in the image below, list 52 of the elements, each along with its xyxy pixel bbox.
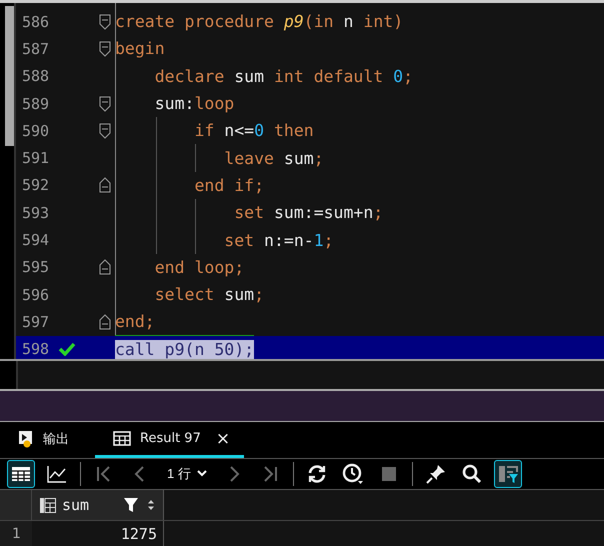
history-icon: [342, 462, 364, 485]
fold-icon[interactable]: [99, 14, 111, 30]
fold-icon[interactable]: [99, 314, 111, 330]
caret-icon: [196, 470, 207, 478]
code-line: set n:=n-1;: [223, 230, 334, 250]
code-line: declare sum int default 0;: [154, 66, 414, 86]
line-number: 598: [22, 340, 50, 358]
table-cell: 1275: [32, 521, 164, 546]
line-number: 595: [22, 258, 50, 276]
line-number: 589: [22, 94, 50, 113]
refresh-icon: [306, 462, 328, 485]
line-number: 593: [22, 204, 50, 222]
row-number: 1: [0, 521, 32, 546]
code-line: begin: [115, 39, 165, 58]
sort-icon[interactable]: [147, 499, 155, 512]
fold-icon[interactable]: [99, 122, 111, 139]
fold-icon[interactable]: [99, 259, 111, 276]
line-number: 586: [22, 12, 50, 31]
filter-icon[interactable]: [123, 497, 139, 514]
code-line: create procedure p9(in n int): [115, 12, 404, 32]
line-number: 596: [22, 286, 50, 304]
code-line: leave sum;: [223, 148, 324, 168]
line-number: 588: [22, 67, 50, 86]
code-line: end loop;: [154, 258, 244, 277]
column-icon: [40, 498, 56, 513]
line-number: 597: [22, 312, 50, 331]
line-number: 592: [22, 176, 50, 194]
line-number: 590: [22, 122, 50, 140]
line-number: 591: [22, 149, 50, 168]
grid-button[interactable]: [7, 460, 35, 488]
code-line: end if;: [193, 176, 264, 195]
output-icon: [18, 430, 34, 448]
fold-icon[interactable]: [99, 40, 111, 57]
code-line: set sum:=sum+n;: [233, 203, 384, 222]
fold-icon[interactable]: [99, 96, 111, 112]
code-line: sum:loop: [154, 94, 234, 114]
close-button[interactable]: ×: [216, 428, 230, 449]
line-number: 587: [22, 40, 50, 58]
rows-dropdown[interactable]: 1 行: [162, 460, 212, 488]
search-icon: [460, 462, 483, 485]
fold-icon[interactable]: [99, 177, 111, 194]
line-number: 594: [22, 231, 50, 250]
gutter-strip: [0, 361, 18, 390]
code-line: end;: [115, 312, 155, 332]
table-icon: [113, 431, 131, 446]
code-line: select sum;: [154, 285, 264, 304]
scrollbar-thumb[interactable]: [5, 6, 14, 146]
pin-icon: [424, 462, 447, 485]
code-line: if n<=0 then: [193, 121, 314, 140]
panel-tab[interactable]: 输出: [0, 422, 83, 458]
panel-button[interactable]: [494, 460, 522, 488]
column-header[interactable]: sum: [32, 490, 164, 520]
